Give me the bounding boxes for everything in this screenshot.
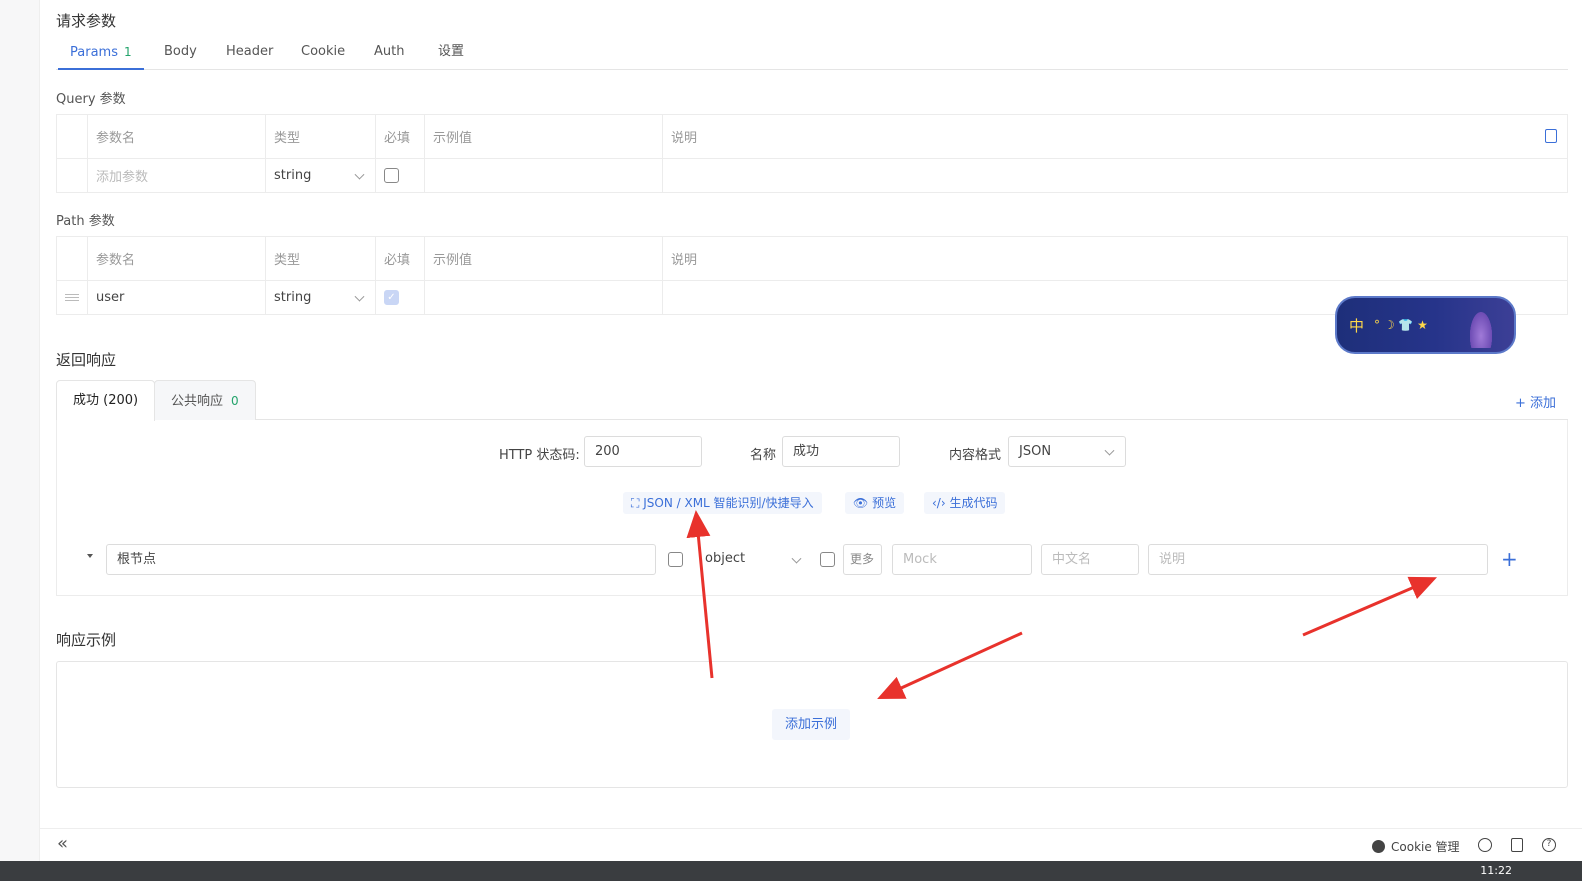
- cookie-icon: [1372, 840, 1385, 853]
- ime-symbols: ° ☽ 👕 ★: [1374, 318, 1428, 332]
- collapse-sidebar-button[interactable]: «: [57, 833, 68, 854]
- generate-code-button[interactable]: ‹/› 生成代码: [924, 492, 1006, 514]
- root-node-input[interactable]: 根节点: [106, 544, 656, 575]
- chevron-down-icon: [354, 291, 365, 302]
- name-label: 名称: [750, 448, 777, 463]
- help-icon[interactable]: ?: [1542, 838, 1556, 852]
- content-format-select[interactable]: JSON: [1008, 436, 1126, 467]
- upload-icon[interactable]: [1478, 838, 1492, 852]
- ime-toolbar-widget[interactable]: 中 ° ☽ 👕 ★: [1335, 296, 1516, 354]
- col-required: 必填: [375, 237, 424, 280]
- required-checkbox-checked[interactable]: ✓: [384, 290, 399, 305]
- request-params-title: 请求参数: [56, 12, 117, 30]
- bottom-status-bar: « Cookie 管理 ?: [40, 828, 1582, 861]
- tab-common-response[interactable]: 公共响应 0: [154, 380, 256, 420]
- add-example-button[interactable]: 添加示例: [772, 709, 851, 740]
- os-taskbar: 11:22: [0, 861, 1582, 881]
- type-select[interactable]: string: [265, 159, 375, 192]
- col-description: 说明: [662, 237, 1567, 280]
- drag-handle-icon[interactable]: [65, 294, 79, 301]
- response-name-input[interactable]: 成功: [782, 436, 900, 467]
- response-title: 返回响应: [56, 351, 117, 369]
- ime-mode-indicator[interactable]: 中: [1349, 315, 1364, 336]
- tab-settings[interactable]: 设置: [426, 36, 476, 70]
- required-checkbox[interactable]: [384, 168, 399, 183]
- col-type: 类型: [265, 237, 375, 280]
- col-type: 类型: [265, 115, 375, 158]
- param-name-input[interactable]: user: [87, 281, 265, 314]
- left-sidebar-gutter: [0, 0, 40, 861]
- path-params-title: Path 参数: [56, 214, 115, 229]
- request-tabs: Params 1 Body Header Cookie Auth 设置: [56, 36, 1568, 70]
- root-required-checkbox[interactable]: [668, 552, 683, 567]
- chevron-down-icon: [791, 553, 802, 564]
- col-description: 说明: [662, 115, 1567, 158]
- collapse-caret-icon[interactable]: [87, 554, 93, 558]
- query-params-title: Query 参数: [56, 92, 126, 107]
- status-code-input[interactable]: 200: [584, 436, 702, 467]
- query-params-table: 参数名 类型 必填 示例值 说明 添加参数 string: [56, 114, 1568, 193]
- add-child-node-button[interactable]: +: [1501, 544, 1518, 574]
- tab-params-label: Params: [70, 45, 118, 60]
- chinese-name-input[interactable]: 中文名: [1041, 544, 1139, 575]
- response-panel: HTTP 状态码: 200 名称 成功 内容格式 JSON ⛶ JSON / X…: [56, 420, 1568, 596]
- example-input[interactable]: [424, 281, 662, 314]
- tab-params[interactable]: Params 1: [58, 36, 144, 70]
- status-code-label: HTTP 状态码:: [499, 448, 580, 463]
- tab-cookie[interactable]: Cookie: [289, 36, 357, 70]
- tab-header[interactable]: Header: [214, 36, 285, 70]
- bulk-edit-icon[interactable]: [1545, 129, 1557, 143]
- mock-input[interactable]: Mock: [892, 544, 1032, 575]
- root-nullable-checkbox[interactable]: [820, 552, 835, 567]
- col-example: 示例值: [424, 115, 662, 158]
- col-example: 示例值: [424, 237, 662, 280]
- chevron-down-icon: [1104, 445, 1115, 456]
- root-type-select[interactable]: object: [695, 544, 812, 575]
- more-button[interactable]: 更多: [843, 544, 882, 575]
- example-input[interactable]: [424, 159, 662, 192]
- col-param-name: 参数名: [87, 237, 265, 280]
- col-param-name: 参数名: [87, 115, 265, 158]
- tab-params-count: 1: [123, 45, 132, 59]
- tab-auth[interactable]: Auth: [362, 36, 416, 70]
- response-example-title: 响应示例: [56, 631, 117, 649]
- tab-body[interactable]: Body: [152, 36, 209, 70]
- add-response-button[interactable]: + 添加: [1515, 392, 1556, 411]
- query-table-row: 添加参数 string: [57, 159, 1567, 192]
- clothing-icon[interactable]: [1511, 838, 1523, 852]
- smart-import-button[interactable]: ⛶ JSON / XML 智能识别/快捷导入: [623, 492, 822, 514]
- response-example-box: 添加示例: [56, 661, 1568, 788]
- description-input[interactable]: [662, 159, 1567, 192]
- decorative-character-icon: [1468, 308, 1494, 348]
- add-param-input[interactable]: 添加参数: [87, 159, 265, 192]
- taskbar-clock: 11:22: [1480, 864, 1512, 877]
- query-table-header: 参数名 类型 必填 示例值 说明: [57, 115, 1567, 159]
- path-table-header: 参数名 类型 必填 示例值 说明: [57, 237, 1567, 281]
- response-tabs: 成功 (200) 公共响应 0 + 添加: [56, 380, 1568, 421]
- tab-success-200[interactable]: 成功 (200): [56, 380, 156, 421]
- cookie-manager-button[interactable]: Cookie 管理: [1372, 838, 1460, 855]
- col-required: 必填: [375, 115, 424, 158]
- type-select[interactable]: string: [265, 281, 375, 314]
- chevron-down-icon: [354, 169, 365, 180]
- root-description-input[interactable]: 说明: [1148, 544, 1488, 575]
- content-format-label: 内容格式: [949, 448, 1002, 463]
- preview-button[interactable]: 👁 预览: [845, 492, 905, 514]
